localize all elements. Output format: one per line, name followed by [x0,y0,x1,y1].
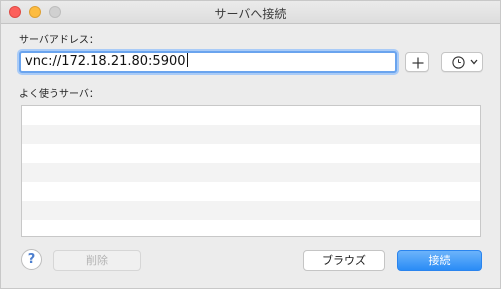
list-row-empty [22,144,480,163]
text-caret [186,53,188,67]
list-row-empty [22,182,480,201]
add-to-favorites-button[interactable] [405,52,429,72]
server-address-value: vnc://172.18.21.80:5900 [25,54,186,69]
list-row-empty [22,220,480,236]
list-row-empty [22,125,480,144]
chevron-down-icon [470,59,478,65]
clock-icon [452,56,465,69]
list-row-empty [22,163,480,182]
server-address-input[interactable]: vnc://172.18.21.80:5900 [19,51,397,73]
connect-to-server-window: サーバへ接続 サーバアドレス： vnc://172.18.21.80:5900 … [0,0,501,289]
connect-button[interactable]: 接続 [397,250,482,271]
favorite-servers-label: よく使うサーバ： [19,89,99,100]
window-title: サーバへ接続 [214,7,287,21]
list-row-empty [22,201,480,220]
plus-icon [412,57,424,69]
list-row-empty [22,106,480,125]
server-address-label: サーバアドレス： [19,35,99,46]
help-button[interactable]: ? [21,249,42,270]
title-bar: サーバへ接続 [1,1,500,24]
favorite-servers-list[interactable] [21,105,481,237]
delete-button[interactable]: 削除 [53,250,141,271]
browse-button[interactable]: ブラウズ [303,250,385,271]
recent-servers-button[interactable] [441,52,483,72]
